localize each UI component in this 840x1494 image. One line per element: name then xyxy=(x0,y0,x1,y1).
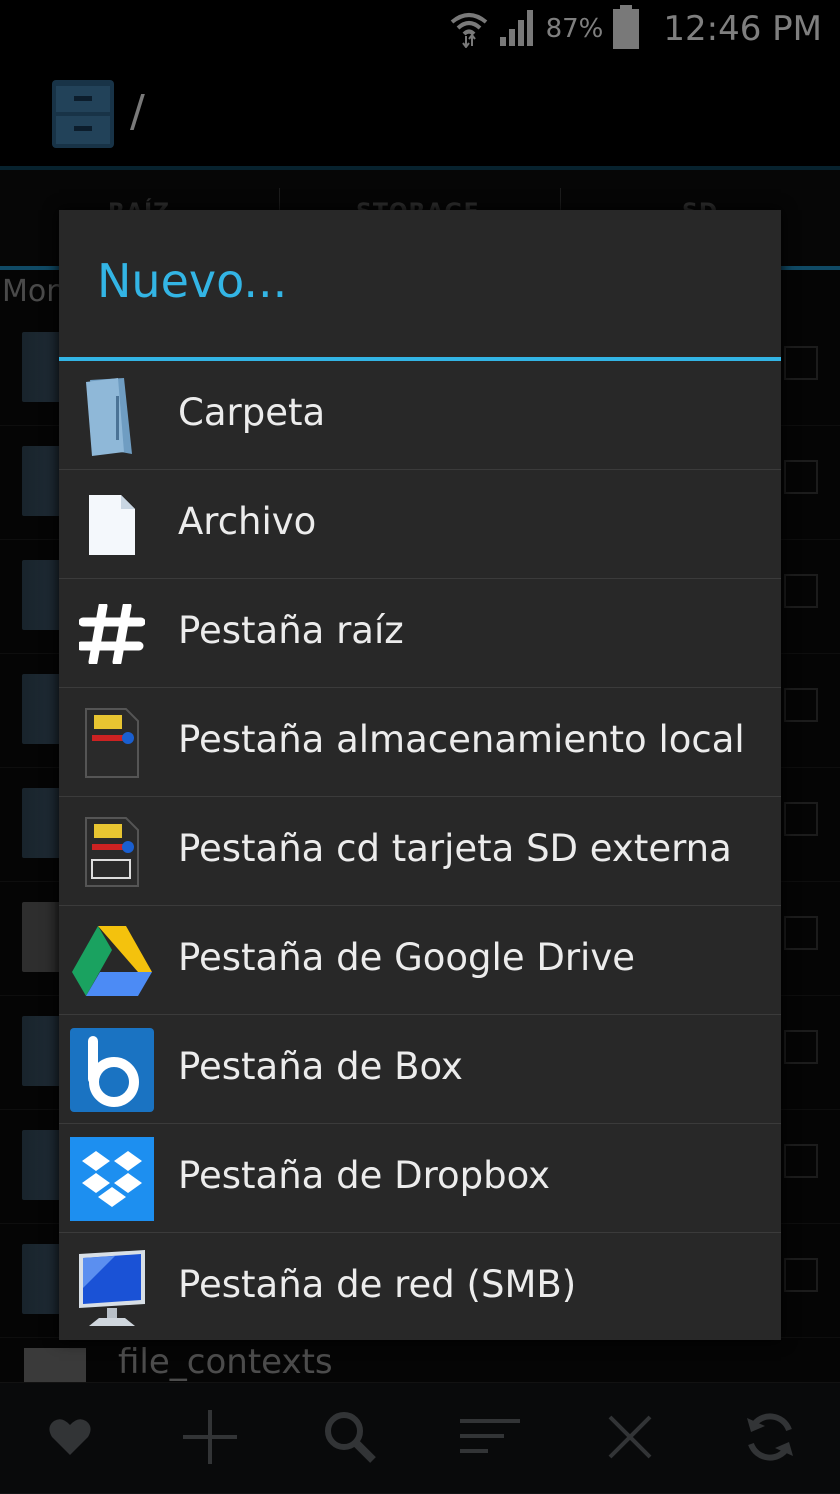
external-sd-icon xyxy=(69,809,155,895)
menu-item-label: Pestaña almacenamiento local xyxy=(178,718,745,761)
menu-item-label: Pestaña de Dropbox xyxy=(178,1154,551,1197)
folder-icon xyxy=(69,373,155,459)
menu-item-label: Pestaña de red (SMB) xyxy=(178,1263,577,1306)
sd-card-icon xyxy=(69,700,155,786)
menu-item-label: Carpeta xyxy=(178,391,326,434)
menu-item-root-tab[interactable]: Pestaña raíz xyxy=(59,579,781,688)
google-drive-icon xyxy=(69,918,155,1004)
menu-item-folder[interactable]: Carpeta xyxy=(59,361,781,470)
file-icon xyxy=(69,482,155,568)
menu-item-label: Pestaña raíz xyxy=(178,609,404,652)
menu-item-label: Pestaña cd tarjeta SD externa xyxy=(178,827,732,870)
menu-item-file[interactable]: Archivo xyxy=(59,470,781,579)
new-item-dialog: Nuevo... Carpeta Archivo Pestaña raíz Pe… xyxy=(59,210,781,1340)
menu-item-local-storage-tab[interactable]: Pestaña almacenamiento local xyxy=(59,688,781,797)
menu-item-label: Pestaña de Box xyxy=(178,1045,463,1088)
menu-item-dropbox-tab[interactable]: Pestaña de Dropbox xyxy=(59,1124,781,1233)
menu-item-label: Pestaña de Google Drive xyxy=(178,936,635,979)
menu-item-google-drive-tab[interactable]: Pestaña de Google Drive xyxy=(59,906,781,1015)
menu-item-box-tab[interactable]: Pestaña de Box xyxy=(59,1015,781,1124)
dialog-title: Nuevo... xyxy=(97,254,288,308)
hash-icon xyxy=(69,591,155,677)
box-icon xyxy=(69,1027,155,1113)
menu-item-network-smb-tab[interactable]: Pestaña de red (SMB) xyxy=(59,1233,781,1342)
dropbox-icon xyxy=(69,1136,155,1222)
network-monitor-icon xyxy=(69,1245,155,1331)
menu-item-external-sd-tab[interactable]: Pestaña cd tarjeta SD externa xyxy=(59,797,781,906)
menu-item-label: Archivo xyxy=(178,500,317,543)
